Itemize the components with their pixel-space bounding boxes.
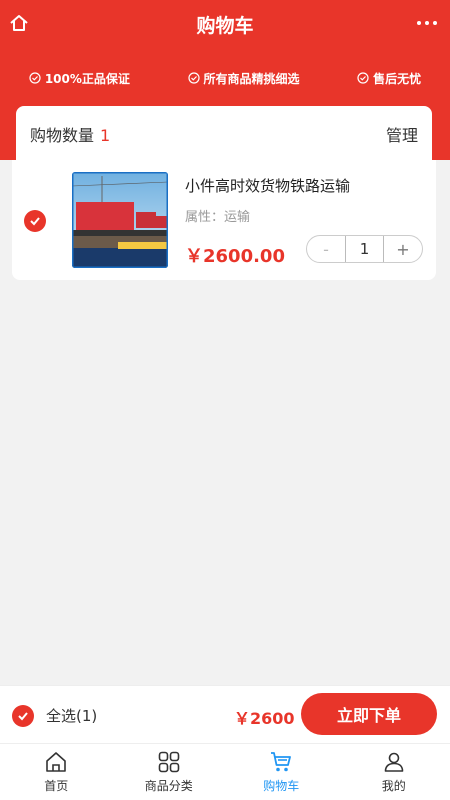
tab-label: 购物车 <box>263 779 300 793</box>
product-attribute: 属性：运输 <box>185 210 251 225</box>
select-all-checkbox[interactable] <box>12 705 34 727</box>
check-circle-icon <box>187 72 200 84</box>
select-all-label[interactable]: 全选(1) <box>46 705 97 726</box>
guarantee-label: 售后无忧 <box>373 71 422 86</box>
check-circle-icon <box>29 72 41 84</box>
user-icon <box>384 752 404 772</box>
guarantee-item: 售后无忧 <box>357 70 421 87</box>
cart-summary-header: 购物数量 1 管理 <box>16 106 432 162</box>
guarantee-item: 所有商品精挑细选 <box>187 70 300 87</box>
checkmark-icon <box>30 217 40 226</box>
quantity-input[interactable]: 1 <box>345 236 384 262</box>
increase-button[interactable]: + <box>384 236 422 262</box>
guarantee-label: 100%正品保证 <box>44 71 130 86</box>
cart-count-value: 1 <box>100 126 111 145</box>
cart-icon <box>271 752 292 772</box>
tab-label: 商品分类 <box>144 779 193 793</box>
product-price: ￥2600.00 <box>185 246 285 267</box>
tab-label: 首页 <box>44 779 69 793</box>
more-icon[interactable] <box>412 10 442 36</box>
tab-cart[interactable]: 购物车 <box>225 744 338 800</box>
product-image[interactable] <box>72 172 168 268</box>
home-icon <box>46 752 67 772</box>
place-order-button[interactable]: 立即下单 <box>301 693 437 735</box>
tab-label: 我的 <box>381 779 406 793</box>
cart-count: 购物数量 1 <box>30 122 110 146</box>
page-title: 购物车 <box>196 14 254 37</box>
category-icon <box>158 751 180 773</box>
home-icon[interactable] <box>6 10 32 36</box>
guarantee-label: 所有商品精挑细选 <box>203 71 300 86</box>
total-price: ￥2600 <box>234 709 295 728</box>
guarantee-strip: 100%正品保证 所有商品精挑细选 售后无忧 <box>0 64 450 92</box>
tab-home[interactable]: 首页 <box>0 744 113 800</box>
tab-profile[interactable]: 我的 <box>338 744 450 800</box>
tab-bar: 首页 商品分类 购物车 我的 <box>0 743 450 800</box>
manage-button[interactable]: 管理 <box>386 122 418 146</box>
check-circle-icon <box>357 72 369 84</box>
checkmark-icon <box>18 712 28 721</box>
cart-count-label: 购物数量 <box>30 126 95 145</box>
navigation-bar: 购物车 <box>0 0 450 48</box>
quantity-stepper: - 1 + <box>306 235 423 263</box>
item-checkbox[interactable] <box>24 210 46 232</box>
decrease-button[interactable]: - <box>307 236 345 262</box>
product-name[interactable]: 小件高时效货物铁路运输 <box>185 175 350 196</box>
checkout-bar: 全选(1) ￥2600 立即下单 <box>0 685 450 743</box>
cart-item: 小件高时效货物铁路运输 属性：运输 ￥2600.00 - 1 + <box>12 160 436 280</box>
tab-category[interactable]: 商品分类 <box>113 744 226 800</box>
guarantee-item: 100%正品保证 <box>29 70 130 87</box>
